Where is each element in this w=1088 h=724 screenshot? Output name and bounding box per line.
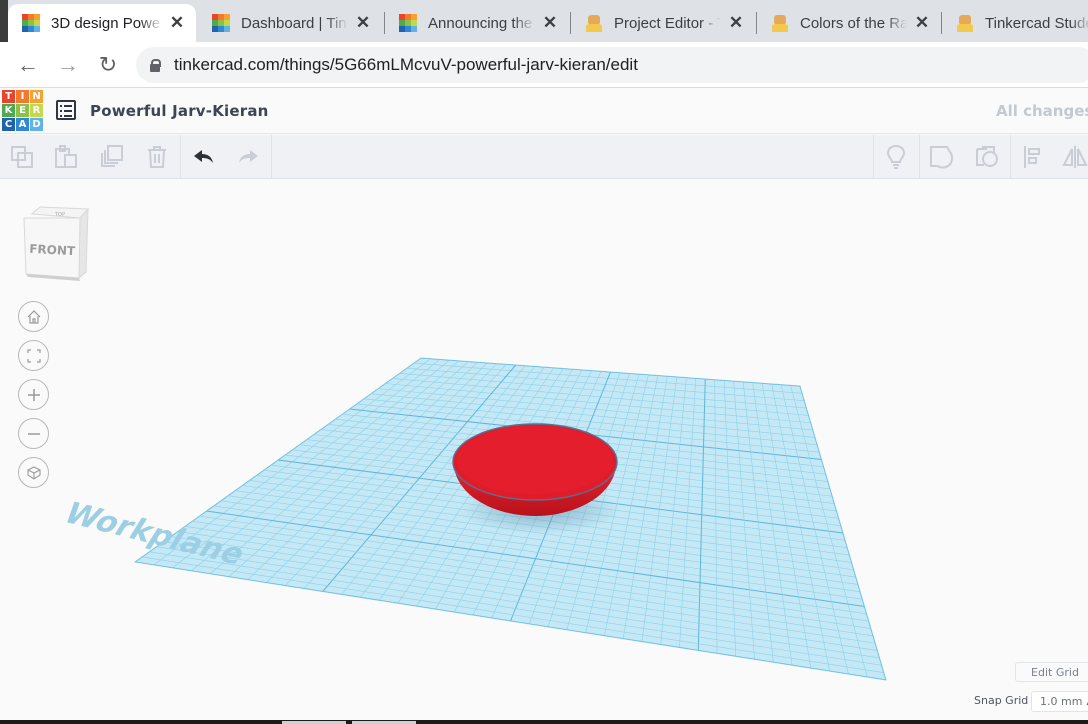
redo-icon (239, 150, 258, 163)
tinkercad-favicon-icon (399, 14, 417, 32)
tab-title: Announcing the (428, 14, 533, 32)
browser-tab[interactable]: Tinkercad Student (942, 4, 1088, 42)
back-button[interactable]: ← (15, 52, 41, 78)
toolbar-divider (919, 135, 920, 179)
toolbar-divider (271, 135, 272, 179)
close-tab-icon[interactable]: ✕ (541, 13, 559, 33)
close-tab-icon[interactable]: ✕ (168, 13, 186, 33)
hole-shape-icon (976, 146, 998, 167)
fit-all-button[interactable] (18, 340, 49, 371)
logo-letter: C (2, 118, 15, 131)
hole-shape-button[interactable] (972, 141, 1004, 173)
browser-tab[interactable]: Announcing the ✕ (385, 4, 569, 42)
close-tab-icon[interactable]: ✕ (354, 13, 372, 33)
save-status: All changes saved (996, 102, 1088, 120)
robot-favicon-icon (585, 14, 603, 32)
tab-title: Project Editor - Tinkercad (614, 14, 721, 32)
undo-icon (194, 150, 213, 163)
tinkercad-favicon-icon (22, 14, 40, 32)
view-cube[interactable]: FRONT TOP (22, 206, 90, 284)
solid-shape-button[interactable] (926, 141, 958, 173)
browser-tab[interactable]: Dashboard | Tinkercad ✕ (198, 4, 382, 42)
align-icon (1024, 146, 1040, 168)
view-cube-top: TOP (54, 212, 65, 218)
snap-grid-value: 1.0 mm (1040, 695, 1083, 708)
trash-icon (148, 146, 166, 168)
logo-letter: R (30, 104, 43, 117)
url-text[interactable]: tinkercad.com/things/5G66mLMcvuV-powerfu… (174, 55, 638, 75)
browser-tab-bar: 3D design Powerful Jarv-Kieran ✕ Dashboa… (0, 0, 1088, 42)
paste-button[interactable] (50, 141, 82, 173)
notes-button[interactable] (880, 141, 912, 173)
view-cube-icon: FRONT TOP (23, 206, 90, 281)
duplicate-button[interactable] (96, 141, 128, 173)
logo-letter: I (16, 90, 29, 103)
os-taskbar (0, 720, 1088, 724)
toolbar-divider (180, 135, 181, 179)
delete-button[interactable] (141, 141, 173, 173)
minus-icon (27, 432, 40, 435)
snap-grid-select[interactable]: 1.0 mm ▲ (1031, 691, 1088, 712)
editor-toolbar (0, 135, 1088, 179)
home-icon (27, 309, 40, 324)
close-tab-icon[interactable]: ✕ (913, 13, 931, 33)
solid-shape-icon (930, 146, 954, 169)
tab-title: Dashboard | Tinkercad (241, 14, 348, 32)
logo-letter: N (30, 90, 43, 103)
3d-viewport[interactable]: Workplane FRONT TOP (0, 180, 1088, 720)
reload-button[interactable]: ↻ (95, 52, 121, 78)
copy-icon (11, 146, 33, 168)
workplane-scene: Workplane (57, 357, 887, 681)
mirror-icon (1062, 146, 1088, 168)
browser-toolbar: ← → ↻ tinkercad.com/things/5G66mLMcvuV-p… (0, 42, 1088, 88)
snap-grid-label: Snap Grid (974, 694, 1029, 707)
forward-button[interactable]: → (55, 52, 81, 78)
plus-icon (27, 388, 40, 401)
tab-title: 3D design Powerful Jarv-Kieran (51, 14, 162, 32)
logo-letter: E (16, 104, 29, 117)
tab-title: Tinkercad Student (985, 14, 1088, 32)
undo-button[interactable] (188, 141, 220, 173)
browser-tab[interactable]: 3D design Powerful Jarv-Kieran ✕ (8, 4, 196, 42)
copy-button[interactable] (6, 141, 38, 173)
toolbar-divider (1010, 135, 1011, 179)
paste-icon (55, 145, 77, 168)
browser-tab[interactable]: Project Editor - Tinkercad ✕ (571, 4, 755, 42)
logo-letter: D (30, 118, 43, 131)
zoom-out-button[interactable] (18, 418, 49, 449)
view-cube-front: FRONT (29, 242, 76, 258)
project-title[interactable]: Powerful Jarv-Kieran (90, 102, 269, 120)
logo-letter: A (16, 118, 29, 131)
logo-letter: T (2, 90, 15, 103)
align-button[interactable] (1018, 141, 1050, 173)
window-edge (0, 0, 8, 42)
lock-icon (150, 58, 161, 72)
redo-button[interactable] (232, 141, 264, 173)
zoom-in-button[interactable] (18, 379, 49, 410)
design-list-icon[interactable] (56, 100, 76, 120)
ortho-view-button[interactable] (18, 457, 49, 488)
lightbulb-icon (886, 144, 906, 169)
mirror-button[interactable] (1060, 141, 1088, 173)
browser-tab[interactable]: Colors of the Rainbow ✕ (757, 4, 941, 42)
close-tab-icon[interactable]: ✕ (727, 13, 745, 33)
address-bar[interactable]: tinkercad.com/things/5G66mLMcvuV-powerfu… (136, 47, 1088, 83)
logo-letter: K (2, 104, 15, 117)
tab-title: Colors of the Rainbow (800, 14, 907, 32)
toolbar-divider (873, 135, 874, 179)
app-header: T I N K E R C A D Powerful Jarv-Kieran A… (0, 88, 1088, 134)
duplicate-icon (101, 145, 123, 167)
tinkercad-favicon-icon (212, 14, 230, 32)
tinkercad-logo[interactable]: T I N K E R C A D (2, 90, 43, 131)
fit-view-icon (26, 348, 41, 363)
robot-favicon-icon (956, 14, 974, 32)
edit-grid-button[interactable]: Edit Grid (1015, 662, 1088, 682)
cube-icon (26, 465, 41, 480)
robot-favicon-icon (771, 14, 789, 32)
home-view-button[interactable] (18, 301, 49, 332)
